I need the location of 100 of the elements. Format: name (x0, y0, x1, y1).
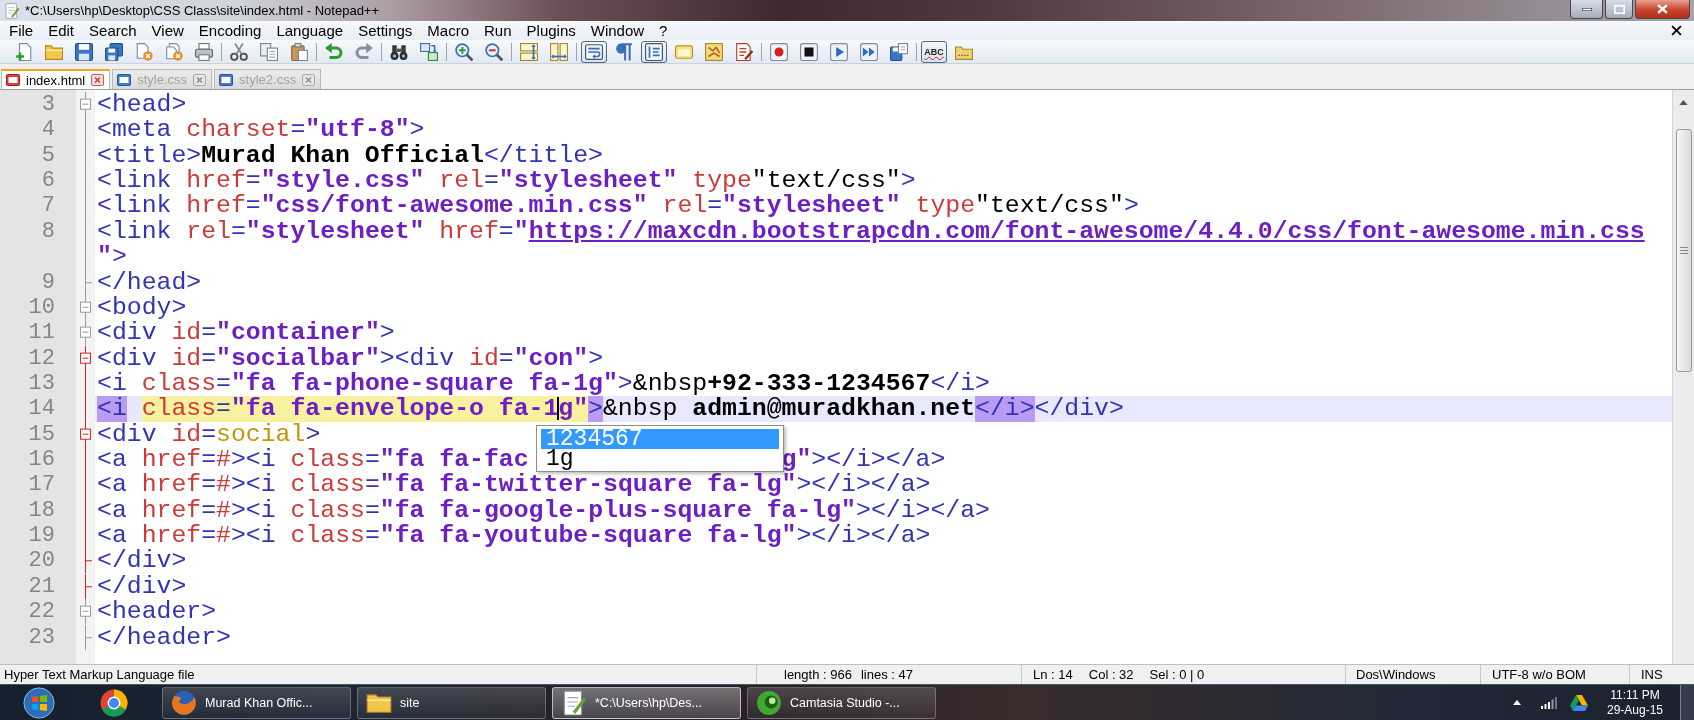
line-number: 22 (28, 599, 55, 625)
maximize-button[interactable] (1605, 0, 1633, 19)
menu-item[interactable]: Run (484, 22, 512, 39)
taskbar-button[interactable]: site (357, 686, 546, 719)
code-line: <head> (97, 92, 187, 118)
status-text: Sel : 0 | 0 (1149, 667, 1205, 682)
line-number: 8 (41, 218, 55, 244)
code-line: <i class="fa fa-envelope-o fa-1g">&nbsp admin@muradkhan.net</i></div> (97, 396, 1124, 422)
status-text: Col : 32 (1088, 667, 1134, 682)
redo-icon (355, 42, 373, 61)
taskbar-button[interactable]: Camtasia Studio -... (747, 686, 936, 719)
scrollbar-thumb[interactable] (1675, 129, 1692, 372)
fold-toggle-icon[interactable] (80, 345, 91, 371)
code-line: g"></i></a> (781, 447, 946, 473)
code-line: <meta charset="utf-8"> (97, 117, 425, 143)
folder-icon (45, 42, 63, 61)
minimize-button[interactable] (1570, 0, 1603, 19)
menu-item[interactable]: View (151, 22, 184, 39)
close-icon (1657, 4, 1668, 14)
menu-item[interactable]: Macro (427, 22, 469, 39)
url-link[interactable]: https://maxcdn.bootstrapcdn.com/font-awesome/4.4.0/css/font-awesome.min.css (528, 218, 1645, 245)
menu-item[interactable]: Search (89, 22, 137, 39)
menu-item[interactable]: Language (276, 22, 344, 39)
signal-bars-icon[interactable] (1541, 696, 1557, 709)
maximize-icon (1613, 4, 1625, 14)
indent-guide-icon (645, 42, 663, 61)
status-text: Dos\Windows (1356, 667, 1436, 682)
line-number: 18 (28, 497, 55, 523)
fold-toggle-icon[interactable] (80, 599, 91, 625)
stop-icon (800, 42, 818, 61)
menu-item[interactable]: ? (659, 22, 668, 39)
scrollbar[interactable] (1672, 90, 1694, 664)
clock-date[interactable]: 29-Aug-15 (1607, 702, 1664, 718)
window-icon (675, 42, 693, 61)
fold-toggle-icon[interactable] (80, 421, 91, 448)
printer-icon (195, 42, 213, 61)
tab[interactable]: index.html (1, 69, 111, 89)
documents-close-icon (165, 42, 183, 61)
line-number: 17 (28, 472, 55, 498)
code-line: <a href=#><i class="fa fa-youtube-square fa-lg"></i></a> (97, 523, 931, 549)
code-line: <link href="css/font-awesome.min.css" rel="stylesheet" type"text/css"> (97, 193, 1139, 219)
fold-toggle-icon[interactable] (80, 92, 91, 118)
triangle-logo-icon[interactable] (1570, 694, 1588, 711)
floppy-document-icon (890, 42, 908, 61)
fold-toggle-icon[interactable] (80, 320, 91, 346)
code-line: <a href=#><i class="fa fa-google-plus-square fa-lg"></i></a> (97, 497, 990, 524)
menu-item[interactable]: Settings (358, 22, 413, 39)
taskbar-button[interactable]: *C:\Users\hp\Des... (552, 686, 741, 719)
document-plus-icon (15, 42, 33, 61)
code-line: <link rel="stylesheet" href="https://maxcdn.bootstrapcdn.com/font-awesome/4.4.0/css/font-awesome.min.css (97, 218, 1645, 245)
menu-item[interactable]: Plugins (526, 22, 576, 39)
line-number: 5 (41, 142, 55, 168)
copy-icon (260, 42, 278, 61)
code-line: "> (97, 244, 127, 270)
window-title: *C:\Users\hp\Desktop\CSS Class\site\index.html - Notepad++ (25, 3, 380, 18)
grip-icon (1679, 247, 1688, 254)
line-number: 16 (28, 447, 55, 473)
code-line: <body> (97, 294, 187, 321)
line-number: 4 (41, 117, 55, 143)
show-desktop-button[interactable] (1680, 685, 1694, 720)
menu-item[interactable]: File (9, 22, 34, 39)
fold-toggle-icon[interactable] (80, 294, 91, 321)
close-icon[interactable] (1671, 25, 1682, 36)
toolbar-button[interactable] (641, 40, 667, 63)
fast-forward-icon (860, 42, 878, 61)
status-text: length : 966 (784, 667, 852, 682)
line-number: 21 (28, 573, 55, 599)
flag-orb-icon (23, 686, 55, 719)
up-arrow-icon[interactable] (1679, 100, 1688, 105)
line-number: 19 (28, 523, 55, 549)
line-number: 14 (28, 396, 55, 422)
line-number: 15 (28, 421, 55, 447)
sync-vertical-icon (520, 42, 538, 61)
scissors-icon (230, 42, 248, 61)
code-line: <i class="fa fa-phone-square fa-1g">&nbsp+92-333-1234567</i> (97, 370, 990, 397)
toolbar-button[interactable]: ABC (921, 40, 947, 63)
menu-item[interactable]: Encoding (198, 22, 262, 39)
text-caret (557, 397, 560, 421)
replace-icon (420, 42, 438, 61)
taskbar-button[interactable]: Murad Khan Offic... (162, 686, 351, 719)
status-text: lines : 47 (860, 667, 913, 682)
clock-time[interactable]: 11:11 PM (1610, 687, 1660, 703)
code-line: <a href=#><i class="fa fa-fac (97, 447, 529, 473)
up-arrow-icon[interactable] (1513, 700, 1521, 705)
binoculars-icon (390, 42, 408, 61)
notepad-icon (4, 2, 20, 19)
floppy-disks-icon (105, 42, 123, 61)
toolbar-button[interactable] (581, 40, 607, 63)
zoom-in-icon (455, 42, 473, 61)
notepad-icon (561, 689, 587, 716)
status-text: UTF-8 w/o BOM (1492, 667, 1586, 682)
code-line: <div id=social> (97, 421, 321, 448)
line-number: 6 (41, 168, 55, 194)
close-button[interactable] (1635, 0, 1690, 19)
line-number: 10 (28, 294, 55, 320)
menu-item[interactable]: Edit (48, 22, 75, 39)
line-number: 11 (28, 320, 55, 346)
line-number: 20 (28, 548, 55, 574)
autocomplete-item[interactable]: 1g (541, 448, 779, 469)
menu-item[interactable]: Window (590, 22, 645, 39)
